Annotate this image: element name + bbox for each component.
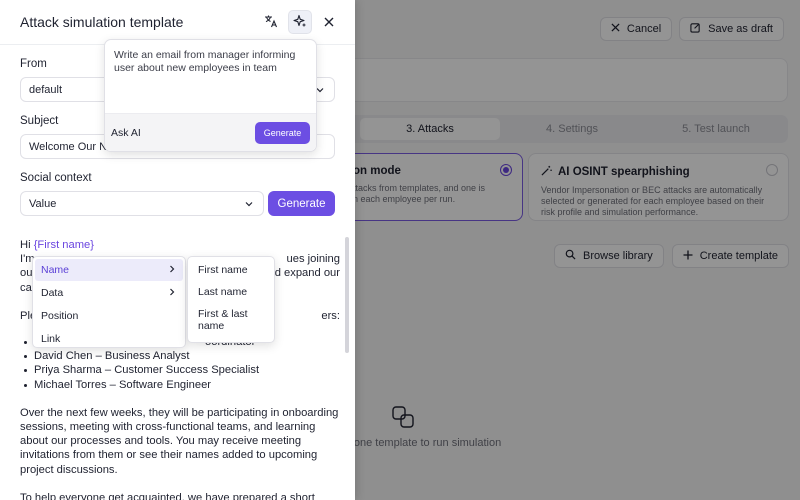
- subject-label: Subject: [20, 115, 59, 127]
- editor-scrollbar[interactable]: [345, 237, 349, 353]
- first-name-variable[interactable]: {First name}: [34, 239, 94, 251]
- translate-button[interactable]: [259, 10, 283, 34]
- translate-icon: [264, 14, 278, 31]
- body-line-5-right: ers:: [321, 309, 340, 322]
- variable-menu: Name Data Position Link: [32, 256, 186, 348]
- submenu-item-full-name[interactable]: First & last name: [190, 305, 272, 335]
- close-panel-button[interactable]: [317, 10, 341, 34]
- close-icon: [324, 15, 334, 30]
- social-context-value: Value: [29, 197, 57, 210]
- menu-item-name[interactable]: Name: [35, 259, 183, 281]
- from-value: default: [29, 83, 63, 96]
- list-item: Priya Sharma – Customer Success Speciali…: [20, 363, 340, 377]
- social-context-label: Social context: [20, 172, 92, 184]
- name-submenu: First name Last name First & last name: [187, 256, 275, 343]
- chevron-down-icon: [244, 199, 254, 212]
- ask-ai-footer: Ask AI Generate: [105, 113, 316, 151]
- sparkle-icon: [293, 14, 307, 31]
- body-line-3-right: d expand our: [274, 267, 340, 280]
- submenu-item-first-name[interactable]: First name: [190, 261, 272, 279]
- body-paragraph-2: Over the next few weeks, they will be pa…: [20, 406, 339, 476]
- ask-ai-generate-button[interactable]: Generate: [255, 121, 310, 144]
- greeting: Hi: [20, 239, 34, 251]
- ai-sparkle-button[interactable]: [288, 10, 312, 34]
- menu-item-link[interactable]: Link: [35, 328, 183, 350]
- panel-title: Attack simulation template: [20, 14, 184, 30]
- body-paragraph-3: To help everyone get acquainted, we have…: [20, 491, 315, 500]
- ask-ai-prompt-input[interactable]: Write an email from manager informing us…: [105, 40, 316, 115]
- menu-item-label: Position: [41, 310, 79, 322]
- menu-item-label: Data: [41, 287, 64, 299]
- ask-ai-popover: Write an email from manager informing us…: [104, 39, 317, 152]
- social-context-select[interactable]: Value: [20, 191, 264, 216]
- menu-item-label: Name: [41, 264, 70, 276]
- body-line-2-right: ues joining: [286, 253, 341, 266]
- menu-item-position[interactable]: Position: [35, 305, 183, 327]
- chevron-right-icon: [168, 264, 176, 277]
- submenu-item-last-name[interactable]: Last name: [190, 283, 272, 301]
- menu-item-label: Link: [41, 333, 61, 345]
- chevron-right-icon: [168, 287, 176, 300]
- ask-ai-label: Ask AI: [111, 126, 141, 139]
- list-item: Michael Torres – Software Engineer: [20, 378, 340, 392]
- greeting-line: Hi {First name}: [20, 238, 340, 252]
- generate-button[interactable]: Generate: [268, 191, 335, 216]
- template-panel: Attack simulation template From default …: [0, 0, 355, 500]
- list-item: David Chen – Business Analyst: [20, 349, 340, 363]
- subject-value: Welcome Our Ne: [29, 140, 114, 153]
- menu-item-data[interactable]: Data: [35, 282, 183, 304]
- from-label: From: [20, 58, 47, 70]
- body-line-3-left: ou: [20, 267, 33, 280]
